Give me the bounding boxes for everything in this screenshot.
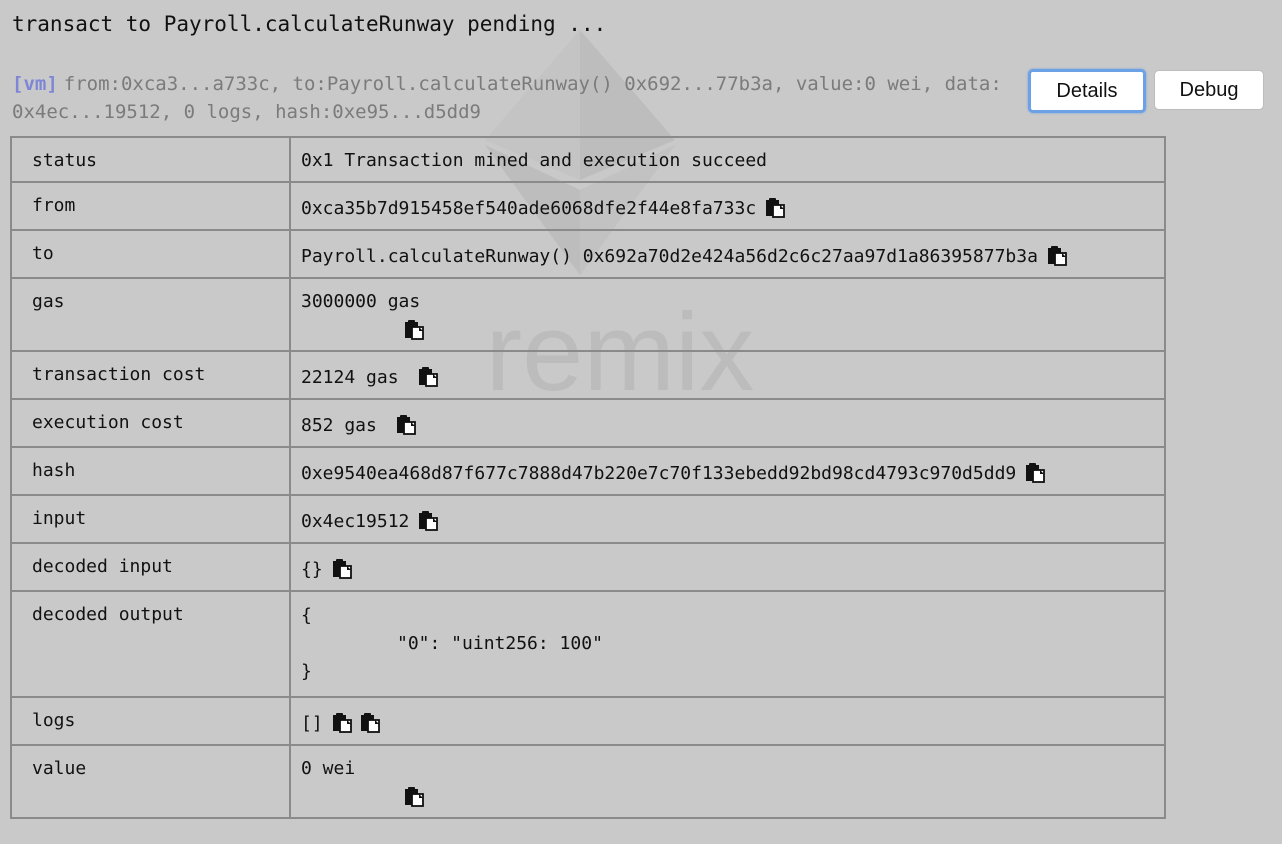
row-value: 0x4ec19512: [289, 494, 1166, 544]
row-key: input: [10, 494, 291, 544]
row-key: execution cost: [10, 398, 291, 448]
details-button[interactable]: Details: [1028, 69, 1146, 113]
hash-value: 0xe9540ea468d87f677c7888d47b220e7c70f133…: [301, 463, 1017, 484]
copy-icon[interactable]: [331, 711, 353, 733]
transaction-log-page: remix transact to Payroll.calculateRunwa…: [0, 0, 1282, 844]
status-value: 0x1 Transaction mined and execution succ…: [301, 150, 767, 171]
row-key: value: [10, 744, 291, 819]
table-row-decoded-output: decoded output { "0": "uint256: 100" }: [10, 590, 1166, 698]
row-value: 0xca35b7d915458ef540ade6068dfe2f44e8fa73…: [289, 181, 1166, 231]
row-value: []: [289, 696, 1166, 746]
table-row-logs: logs []: [10, 696, 1166, 746]
row-value: 22124 gas: [289, 350, 1166, 400]
summary-text: from:0xca3...a733c, to:Payroll.calculate…: [12, 73, 1002, 123]
pending-message: transact to Payroll.calculateRunway pend…: [12, 12, 607, 36]
table-row-to: to Payroll.calculateRunway() 0x692a70d2e…: [10, 229, 1166, 279]
row-key: from: [10, 181, 291, 231]
gas-value: 3000000 gas: [301, 291, 421, 312]
copy-icon[interactable]: [764, 196, 786, 218]
row-value: 0xe9540ea468d87f677c7888d47b220e7c70f133…: [289, 446, 1166, 496]
row-value: 852 gas: [289, 398, 1166, 448]
table-row-from: from 0xca35b7d915458ef540ade6068dfe2f44e…: [10, 181, 1166, 231]
row-key: to: [10, 229, 291, 279]
row-key: decoded input: [10, 542, 291, 592]
row-key: decoded output: [10, 590, 291, 698]
copy-icon[interactable]: [395, 413, 417, 435]
copy-icon[interactable]: [417, 365, 439, 387]
row-value: Payroll.calculateRunway() 0x692a70d2e424…: [289, 229, 1166, 279]
table-row-gas: gas 3000000 gas: [10, 277, 1166, 352]
transaction-cost-value: 22124 gas: [301, 367, 399, 388]
execution-cost-value: 852 gas: [301, 415, 377, 436]
table-row-status: status 0x1 Transaction mined and executi…: [10, 136, 1166, 183]
table-row-decoded-input: decoded input {}: [10, 542, 1166, 592]
to-value: Payroll.calculateRunway() 0x692a70d2e424…: [301, 246, 1038, 267]
debug-button[interactable]: Debug: [1154, 70, 1264, 110]
json-open-brace: {: [301, 605, 312, 626]
copy-icon[interactable]: [403, 785, 425, 807]
table-row-input: input 0x4ec19512: [10, 494, 1166, 544]
json-close-brace: }: [301, 661, 312, 682]
from-value: 0xca35b7d915458ef540ade6068dfe2f44e8fa73…: [301, 198, 757, 219]
row-value: 0x1 Transaction mined and execution succ…: [289, 136, 1166, 183]
json-entry: "0": "uint256: 100": [397, 633, 603, 654]
decoded-input-value: {}: [301, 559, 323, 580]
row-value: {}: [289, 542, 1166, 592]
input-value: 0x4ec19512: [301, 511, 410, 532]
table-row-value: value 0 wei: [10, 744, 1166, 819]
table-row-hash: hash 0xe9540ea468d87f677c7888d47b220e7c7…: [10, 446, 1166, 496]
logs-value: []: [301, 713, 323, 734]
row-value: 3000000 gas: [289, 277, 1166, 352]
row-value: 0 wei: [289, 744, 1166, 819]
row-key: hash: [10, 446, 291, 496]
copy-icon[interactable]: [1024, 461, 1046, 483]
row-value: { "0": "uint256: 100" }: [289, 590, 1166, 698]
copy-icon[interactable]: [331, 557, 353, 579]
value-value: 0 wei: [301, 758, 356, 779]
row-key: gas: [10, 277, 291, 352]
row-key: status: [10, 136, 291, 183]
transaction-details-table: status 0x1 Transaction mined and executi…: [10, 136, 1166, 819]
copy-icon[interactable]: [359, 711, 381, 733]
row-key: logs: [10, 696, 291, 746]
table-row-transaction-cost: transaction cost 22124 gas: [10, 350, 1166, 400]
table-row-execution-cost: execution cost 852 gas: [10, 398, 1166, 448]
copy-icon[interactable]: [1046, 244, 1068, 266]
transaction-summary: [vm] from:0xca3...a733c, to:Payroll.calcu…: [12, 70, 1012, 126]
copy-icon[interactable]: [417, 509, 439, 531]
vm-tag: [vm]: [12, 73, 58, 95]
copy-icon[interactable]: [403, 318, 425, 340]
row-key: transaction cost: [10, 350, 291, 400]
